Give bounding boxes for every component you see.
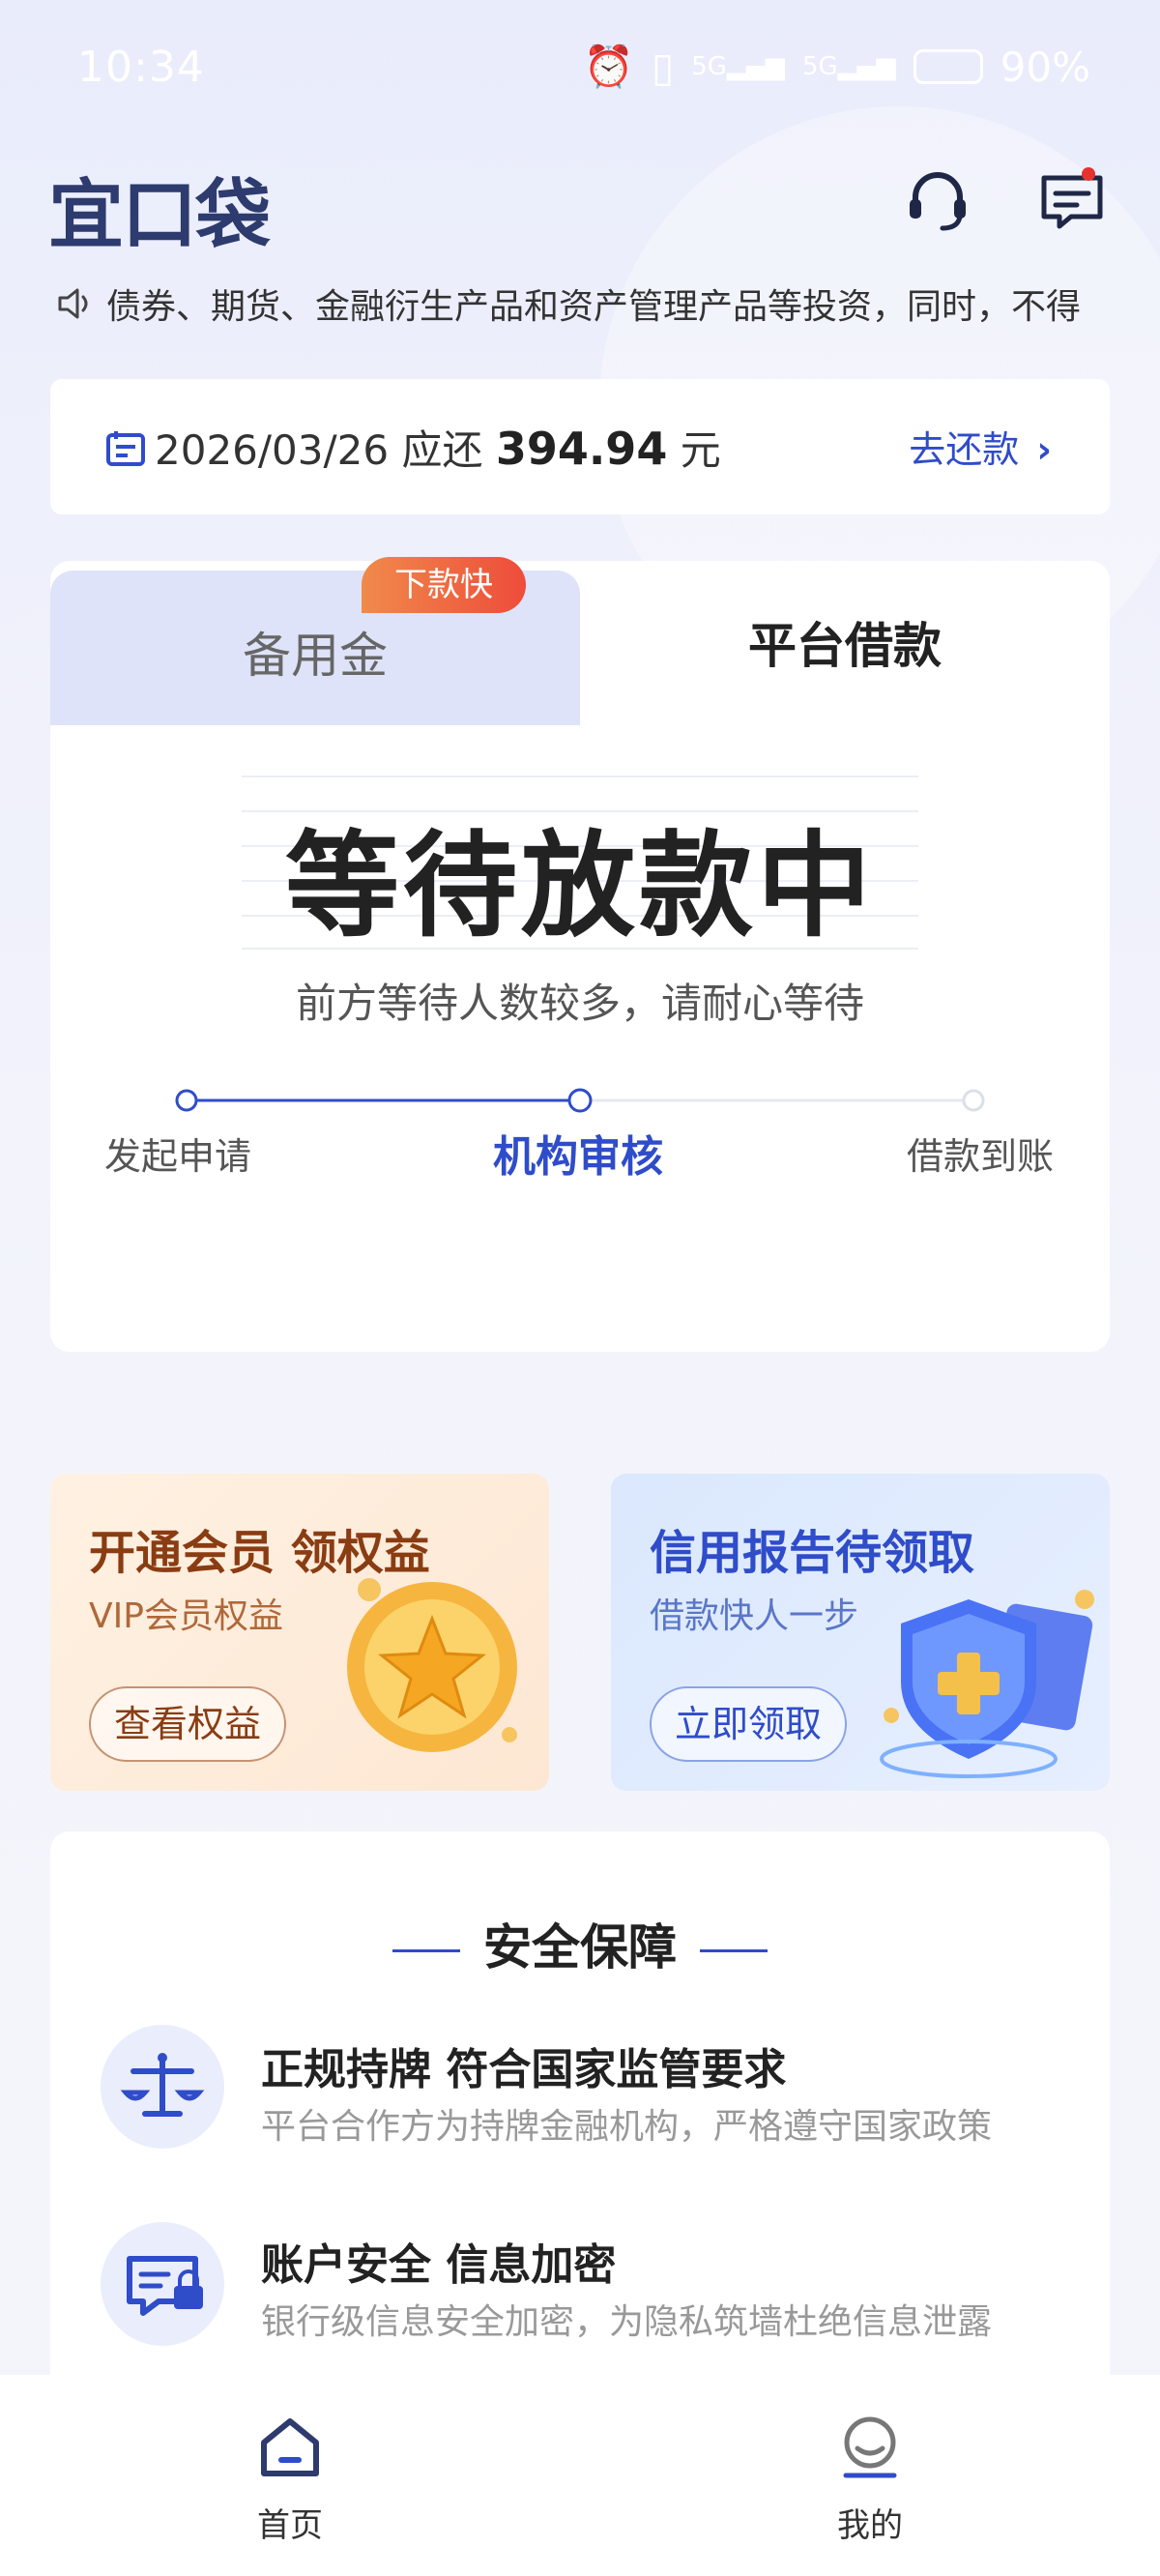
promo-card-vip[interactable]: 开通会员 领权益 VIP会员权益 查看权益 <box>50 1474 549 1791</box>
progress-stepper <box>175 1088 985 1113</box>
status-icons: ⏰ ▯ 5G▂▄▆ 5G▂▄▆ 90% <box>584 43 1090 91</box>
gold-coin-icon <box>347 1578 517 1752</box>
secure-chat-icon <box>101 2222 224 2346</box>
repayment-due-label: 应还 <box>401 426 483 474</box>
security-item-title-2: 账户安全 信息加密 <box>261 2240 617 2290</box>
status-bar: 10:34 ⏰ ▯ 5G▂▄▆ 5G▂▄▆ 90% <box>0 0 1160 135</box>
promo-card-credit-report[interactable]: 信用报告待领取 借款快人一步 立即领取 <box>611 1474 1110 1791</box>
security-title: 安全保障 <box>50 1909 1110 1978</box>
profile-icon <box>843 2416 897 2478</box>
signal-icon: 5G▂▄▆ <box>691 52 785 81</box>
security-item-desc-2: 银行级信息安全加密，为隐私筑墙杜绝信息泄露 <box>261 2302 993 2342</box>
nav-label-profile: 我的 <box>837 2506 903 2545</box>
loan-status-subtitle: 前方等待人数较多，请耐心等待 <box>295 980 864 1027</box>
repayment-amount: 394.94 <box>495 423 668 475</box>
view-benefits-button[interactable]: 查看权益 <box>89 1686 287 1762</box>
repayment-card[interactable]: 2026/03/26 应还 394.94 元 去还款 › <box>50 379 1110 514</box>
status-time: 10:34 <box>77 43 205 92</box>
chevron-right-icon: › <box>1036 428 1052 471</box>
bottom-nav: 首页 我的 <box>0 2375 1160 2576</box>
app-logo: 宜口袋 <box>48 172 271 259</box>
message-icon[interactable] <box>1038 166 1106 234</box>
home-icon <box>261 2418 319 2476</box>
notice-text: 债券、期货、金融衍生产品和资产管理产品等投资，同时，不得 <box>106 287 1082 327</box>
alarm-icon: ⏰ <box>583 43 635 90</box>
battery-level: 90% <box>1000 43 1090 91</box>
repayment-text: 2026/03/26 应还 394.94 元 <box>155 418 721 477</box>
step-label-review: 机构审核 <box>493 1132 663 1182</box>
customer-service-icon[interactable] <box>904 166 972 234</box>
go-repay-button[interactable]: 去还款 › <box>909 420 1052 473</box>
repayment-unit: 元 <box>680 426 721 474</box>
security-title-text: 安全保障 <box>483 1919 677 1976</box>
step-label-arrival: 借款到账 <box>907 1135 1055 1178</box>
shield-icon <box>880 1590 1094 1778</box>
nav-label-home: 首页 <box>257 2506 323 2545</box>
vibrate-icon: ▯ <box>652 43 675 91</box>
notice-marquee[interactable]: 债券、期货、金融衍生产品和资产管理产品等投资，同时，不得 <box>54 275 1108 333</box>
security-section: 安全保障 正规持牌 符合国家监管要求 平台合作方为持牌金融机构，严格遵守国家政策… <box>50 1831 1110 2412</box>
fast-disbursement-badge: 下款快 <box>362 557 526 613</box>
step-label-apply: 发起申请 <box>104 1135 252 1178</box>
nav-item-home[interactable]: 首页 <box>213 2414 367 2546</box>
tab-standby-fund-label: 备用金 <box>243 628 388 684</box>
signal-icon-2: 5G▂▄▆ <box>801 52 896 81</box>
go-repay-label: 去还款 <box>909 428 1020 471</box>
title-deco-left <box>392 1949 460 1952</box>
loan-status-title: 等待放款中 <box>284 819 875 952</box>
repayment-date: 2026/03/26 <box>155 426 390 474</box>
speaker-icon <box>58 288 88 319</box>
security-item-title-1: 正规持牌 符合国家监管要求 <box>261 2045 787 2094</box>
promo-credit-subtitle: 借款快人一步 <box>650 1596 859 1636</box>
tab-platform-loan-label: 平台借款 <box>748 618 942 674</box>
battery-icon <box>913 49 983 84</box>
step-dot-3 <box>962 1089 985 1112</box>
title-deco-right <box>700 1949 768 1952</box>
scale-icon <box>101 2025 224 2149</box>
step-dot-2 <box>567 1088 593 1113</box>
security-item-desc-1: 平台合作方为持牌金融机构，严格遵守国家政策 <box>261 2107 993 2147</box>
tab-platform-loan[interactable]: 平台借款 <box>580 561 1110 677</box>
claim-now-button[interactable]: 立即领取 <box>650 1686 848 1762</box>
nav-item-profile[interactable]: 我的 <box>793 2414 947 2546</box>
bill-icon <box>106 431 145 466</box>
promo-vip-subtitle: VIP会员权益 <box>89 1596 283 1636</box>
step-dot-1 <box>175 1089 198 1112</box>
